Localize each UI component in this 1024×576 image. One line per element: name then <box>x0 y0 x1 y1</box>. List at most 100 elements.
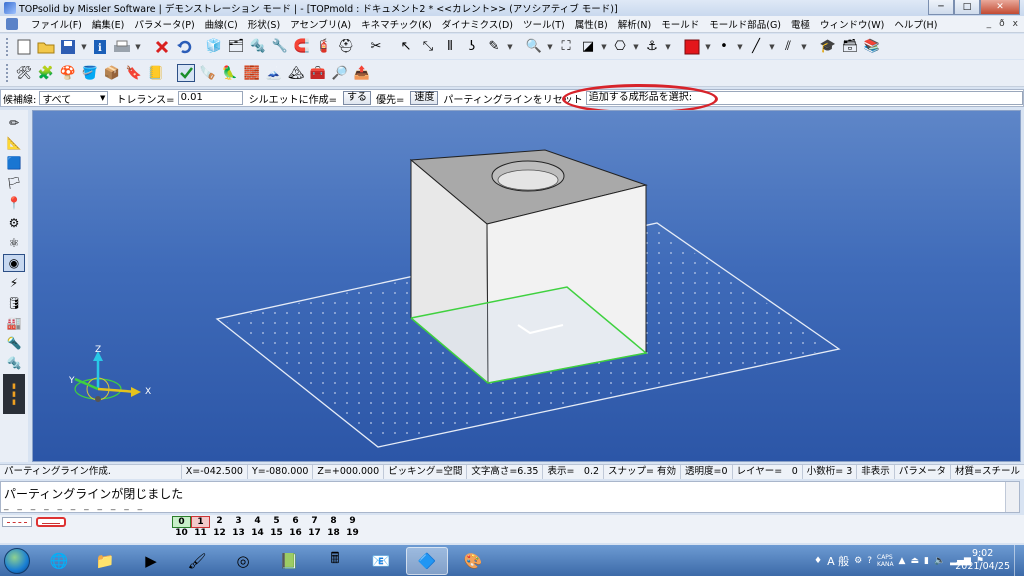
gear-icon[interactable]: ⚙ <box>3 214 25 232</box>
chevron-down-icon[interactable]: ▼ <box>600 37 608 57</box>
layer-9[interactable]: 9 <box>343 516 362 528</box>
mold-stack-icon[interactable]: 📒 <box>146 63 166 83</box>
layer-4[interactable]: 4 <box>248 516 267 528</box>
chevron-down-icon[interactable]: ▼ <box>768 37 776 57</box>
mold-design-icon[interactable]: ◉ <box>3 254 25 272</box>
hide-toggle[interactable]: 非表示 <box>857 465 895 479</box>
show-desktop-button[interactable] <box>1014 545 1024 576</box>
layers-icon[interactable]: 🗃 <box>840 37 860 57</box>
layer-19[interactable]: 19 <box>343 528 362 540</box>
menu-assembly[interactable]: アセンブリ(A) <box>285 17 356 31</box>
internet-explorer-icon[interactable]: 🌐 <box>38 547 80 575</box>
menu-mold-parts[interactable]: モールド部品(G) <box>704 17 786 31</box>
surface-icon[interactable]: 🏳 <box>3 174 25 192</box>
layer-1[interactable]: 1 <box>191 516 210 528</box>
safely-remove-icon[interactable]: ⏏ <box>910 556 919 566</box>
mold-parts-icon[interactable]: 🗂 <box>226 37 246 57</box>
mold-core-icon[interactable]: 🍄 <box>58 63 78 83</box>
line-style-dashed[interactable] <box>2 517 32 527</box>
mdi-close-button[interactable]: x <box>1013 19 1018 29</box>
chevron-down-icon[interactable]: ▼ <box>632 37 640 57</box>
ejector-pins-icon[interactable]: 🔩 <box>248 37 268 57</box>
menu-parameter[interactable]: パラメータ(P) <box>129 17 199 31</box>
layer-11[interactable]: 11 <box>191 528 210 540</box>
library-icon[interactable]: 📚 <box>862 37 882 57</box>
chevron-down-icon[interactable]: ▼ <box>800 37 808 57</box>
tray-expand-icon[interactable]: ▲ <box>899 556 906 566</box>
assembly-tool-icon[interactable]: 🧊 <box>204 37 224 57</box>
3d-scene[interactable]: Z Y X <box>33 111 1021 462</box>
outlook-icon[interactable]: 📧 <box>360 547 402 575</box>
chrome-icon[interactable]: ◎ <box>222 547 264 575</box>
line-style-solid[interactable] <box>36 517 66 527</box>
clock[interactable]: 9:02 2021/04/25 <box>955 547 1010 573</box>
paint-palette-icon[interactable]: 🎨 <box>452 547 494 575</box>
layer-14[interactable]: 14 <box>248 528 267 540</box>
3d-viewport[interactable]: Z Y X <box>32 110 1021 462</box>
slide-icon[interactable]: 🔧 <box>270 37 290 57</box>
media-player-icon[interactable]: ▶ <box>130 547 172 575</box>
sketch-icon[interactable]: ✏ <box>3 114 25 132</box>
chevron-down-icon[interactable]: ▼ <box>664 37 672 57</box>
picking-mode[interactable]: ピッキング=空間 <box>384 465 468 479</box>
hatch-icon[interactable]: ⫽ <box>778 37 798 57</box>
layer-15[interactable]: 15 <box>267 528 286 540</box>
display-precision[interactable]: 表示= 0.2 <box>543 465 605 479</box>
security-icon[interactable]: ♦ <box>814 556 822 566</box>
layer-16[interactable]: 16 <box>286 528 305 540</box>
menu-file[interactable]: ファイル(F) <box>26 17 87 31</box>
chevron-down-icon[interactable]: ▼ <box>546 37 554 57</box>
layer-2[interactable]: 2 <box>210 516 229 528</box>
toolbar-grip[interactable] <box>6 64 9 82</box>
tool-holder-icon[interactable]: 🔦 <box>3 334 25 352</box>
feature-tool-icon[interactable]: ✎ <box>484 37 504 57</box>
layer-13[interactable]: 13 <box>229 528 248 540</box>
electrode-icon[interactable]: ⚡ <box>3 274 25 292</box>
transparency-status[interactable]: 透明度=0 <box>681 465 733 479</box>
menu-shape[interactable]: 形状(S) <box>243 17 285 31</box>
fit-view-icon[interactable]: ⛶ <box>556 37 576 57</box>
point-style-icon[interactable]: • <box>714 37 734 57</box>
solid-icon[interactable]: 🟦 <box>3 154 25 172</box>
volume-icon[interactable]: 🔈 <box>934 556 945 566</box>
menu-edit[interactable]: 編集(E) <box>87 17 129 31</box>
bolt-icon[interactable]: 🔩 <box>3 354 25 372</box>
layer-7[interactable]: 7 <box>305 516 324 528</box>
layer-0[interactable]: 0 <box>172 516 191 528</box>
layer-3[interactable]: 3 <box>229 516 248 528</box>
parting-surface-icon[interactable]: 🪚 <box>198 63 218 83</box>
extend-surface-icon[interactable]: 🗻 <box>264 63 284 83</box>
layer-8[interactable]: 8 <box>324 516 343 528</box>
menu-dynamics[interactable]: ダイナミクス(D) <box>437 17 518 31</box>
layer-status[interactable]: レイヤー= 0 <box>733 465 803 479</box>
curve-icon[interactable]: 📐 <box>3 134 25 152</box>
maximize-button[interactable]: □ <box>954 0 980 15</box>
cooling-icon[interactable]: 🧲 <box>292 37 312 57</box>
scissors-icon[interactable]: ✂ <box>366 37 386 57</box>
ime-tools-icon[interactable]: ⚙ <box>854 556 862 566</box>
snap-tool-icon[interactable]: ↖ <box>396 37 416 57</box>
start-button[interactable] <box>0 546 34 576</box>
bracket-tool-icon[interactable]: ⫴ <box>440 37 460 57</box>
paint-app-icon[interactable]: 🖌 <box>176 547 218 575</box>
gate-icon[interactable]: ⛑ <box>336 37 356 57</box>
mold-wizard-icon[interactable]: 🛠 <box>14 63 34 83</box>
menu-window[interactable]: ウィンドウ(W) <box>815 17 889 31</box>
silhouette-button[interactable]: する <box>342 91 371 105</box>
menu-analysis[interactable]: 解析(N) <box>613 17 657 31</box>
help-icon[interactable]: ? <box>867 556 872 566</box>
line-type-icon[interactable]: ╱ <box>746 37 766 57</box>
kinematic-icon[interactable]: ⚛ <box>3 234 25 252</box>
menu-electrode[interactable]: 電極 <box>786 17 815 31</box>
render-mode-icon[interactable]: ⚓ <box>642 37 662 57</box>
material-icon[interactable]: 🎓 <box>818 37 838 57</box>
chevron-down-icon[interactable]: ▼ <box>736 37 744 57</box>
message-scrollbar[interactable] <box>1005 482 1019 512</box>
undo-icon[interactable] <box>174 37 194 57</box>
split-icon[interactable]: 🏔 <box>286 63 306 83</box>
calculator-icon[interactable]: 🖩 <box>314 547 356 575</box>
cancel-icon[interactable] <box>152 37 172 57</box>
document-icon[interactable] <box>6 18 18 30</box>
shading-icon[interactable]: ◪ <box>578 37 598 57</box>
layer-17[interactable]: 17 <box>305 528 324 540</box>
